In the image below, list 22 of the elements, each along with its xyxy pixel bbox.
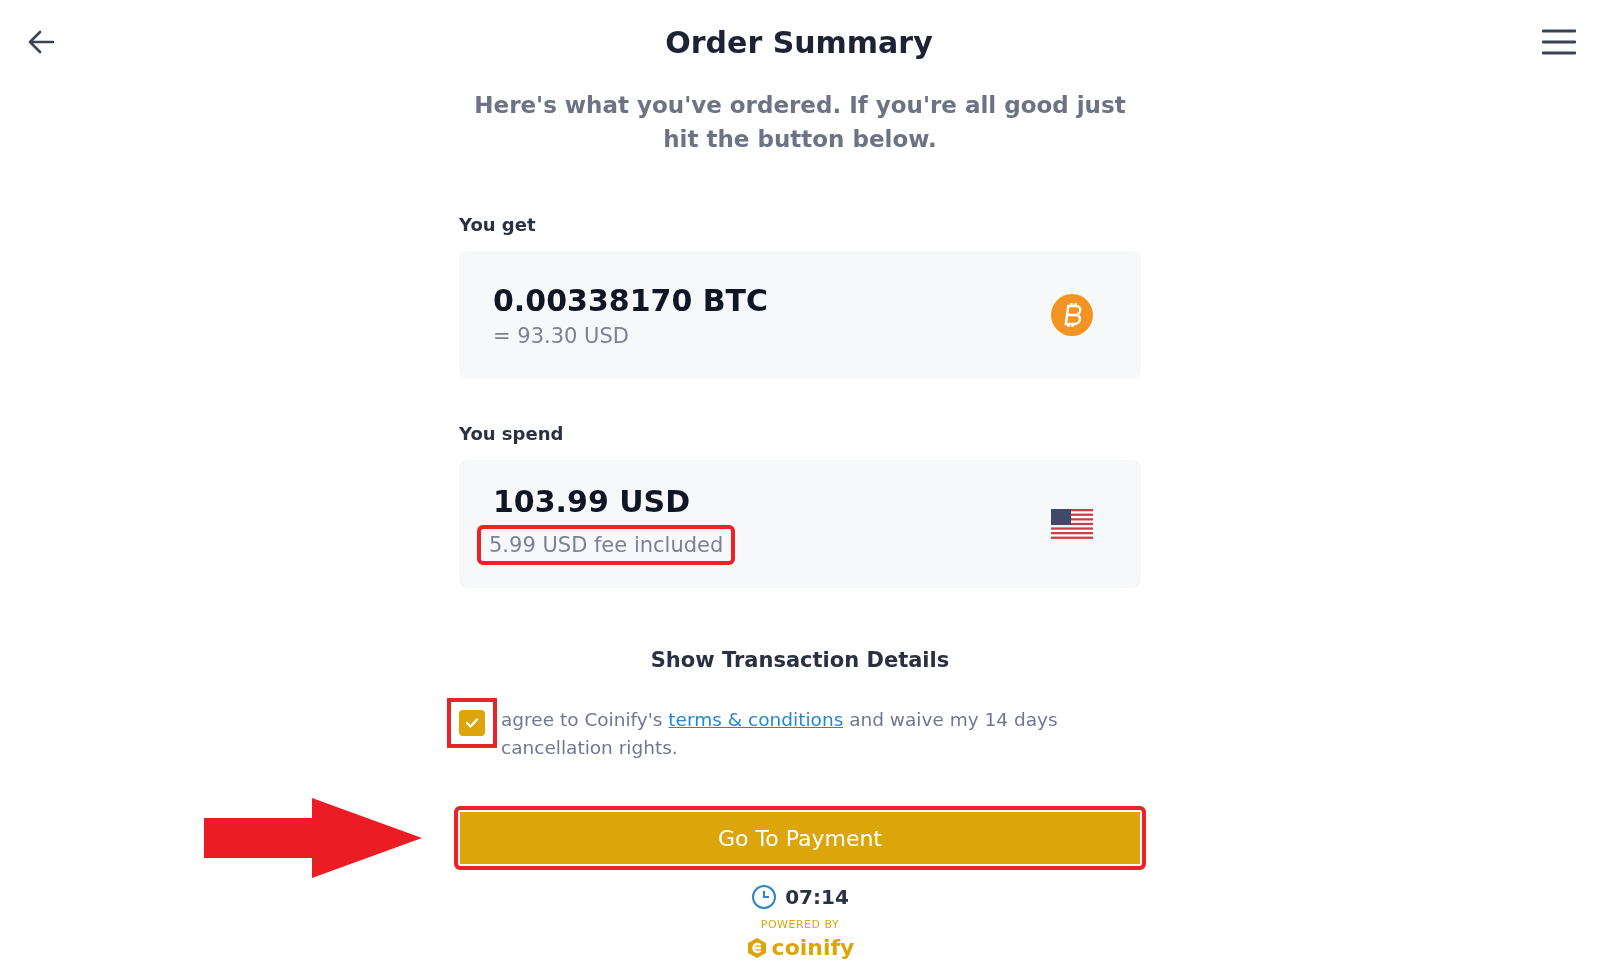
- page-title: Order Summary: [665, 24, 933, 60]
- section-label: You spend: [459, 423, 565, 444]
- bitcoin-icon: [1051, 294, 1093, 336]
- fee-note: 5.99 USD fee included: [489, 532, 724, 557]
- coinify-logo-icon: [745, 936, 768, 959]
- section-label: You get: [459, 214, 537, 235]
- go-to-payment-button[interactable]: Go To Payment: [454, 806, 1146, 870]
- subtitle: Here's what you've ordered. If you're all good just hit the button below.: [473, 91, 1127, 154]
- agreement-checkbox[interactable]: [459, 710, 485, 736]
- crypto-amount: 0.00338170 BTC: [493, 282, 769, 318]
- terms-link[interactable]: terms & conditions: [668, 709, 844, 730]
- agreement-text: agree to Coinify's terms & conditions and waive my 14 days cancellation rights.: [501, 708, 1059, 760]
- checkmark-icon: [465, 717, 479, 729]
- fiat-amount: 103.99 USD: [493, 483, 692, 519]
- brand-name: coinify: [771, 935, 855, 960]
- menu-icon[interactable]: [1542, 29, 1576, 55]
- fiat-equivalent: = 93.30 USD: [493, 323, 630, 348]
- transaction-details-toggle[interactable]: Show Transaction Details: [650, 648, 950, 672]
- us-flag-icon: [1051, 509, 1093, 539]
- powered-by-label: POWERED BY: [760, 918, 840, 931]
- clock-icon: [751, 884, 778, 910]
- countdown-timer: 07:14: [785, 885, 849, 909]
